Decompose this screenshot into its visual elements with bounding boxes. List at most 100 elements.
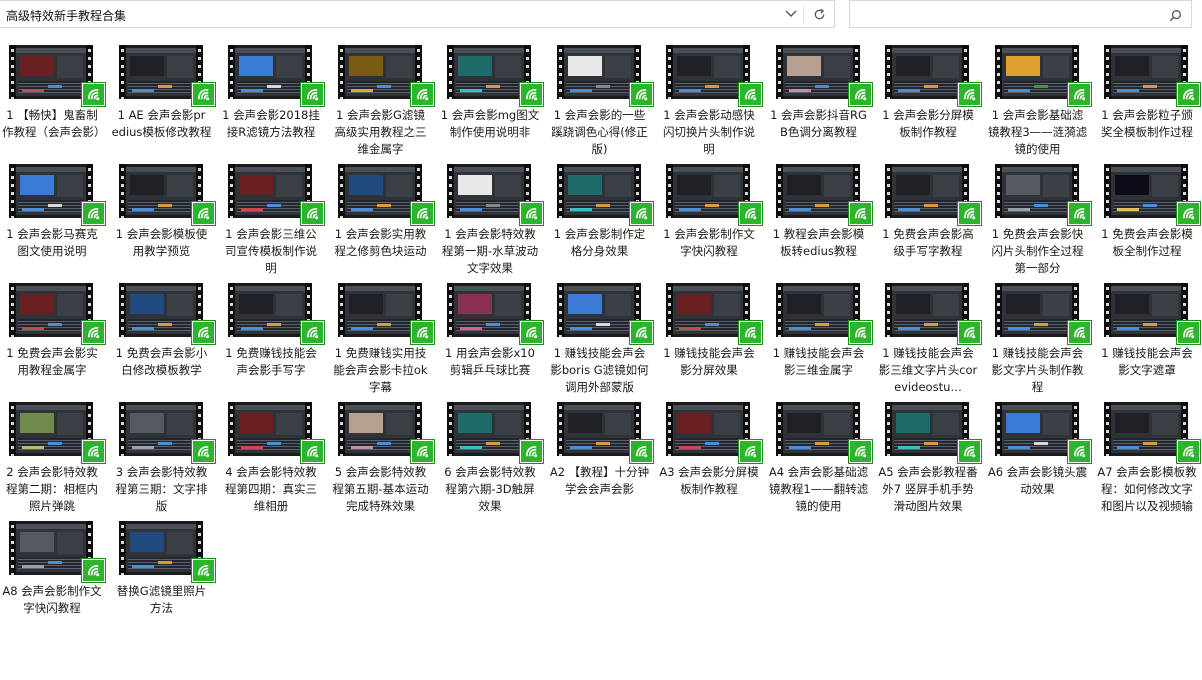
file-name[interactable]: 1 会声会影粒子颁奖全模板制作过程: [1097, 107, 1197, 141]
search-input[interactable]: [849, 0, 1192, 28]
file-item[interactable]: 1 会声会影三维公司宣传模板制作说明: [219, 164, 329, 283]
file-name[interactable]: A5 会声会影教程番外7 竖屏手机手势滑动图片效果: [878, 464, 978, 515]
file-name[interactable]: A2 【教程】十分钟学会会声会影: [550, 464, 650, 498]
file-name[interactable]: 1 AE 会声会影pr edius模板修改教程: [112, 107, 212, 141]
file-item[interactable]: 3 会声会影特效教程第三期：文字排版: [110, 402, 220, 521]
file-name[interactable]: 1 会声会影特效教程第一期-水草波动文字效果: [440, 226, 540, 277]
file-name[interactable]: 2 会声会影特效教程第二期：相框内照片弹跳: [2, 464, 102, 515]
file-name[interactable]: 6 会声会影特效教程第六期-3D触屏效果: [440, 464, 540, 515]
file-item[interactable]: 1 会声会影马赛克图文使用说明: [0, 164, 110, 283]
file-name[interactable]: A6 会声会影镜头震动效果: [988, 464, 1088, 498]
file-name[interactable]: 1 免费会声会影模板全制作过程: [1097, 226, 1197, 260]
file-name[interactable]: 1 会声会影实用教程之修剪色块运动: [331, 226, 431, 260]
file-item[interactable]: 1 会声会影特效教程第一期-水草波动文字效果: [438, 164, 548, 283]
file-item[interactable]: 1 会声会影粒子颁奖全模板制作过程: [1095, 45, 1202, 164]
file-name[interactable]: 5 会声会影特效教程第五期-基本运动完成特殊效果: [331, 464, 431, 515]
file-name[interactable]: 1 赚钱技能会声会影boris G滤镜如何调用外部蒙版: [550, 345, 650, 396]
file-item[interactable]: 1 会声会影mg图文制作使用说明非: [438, 45, 548, 164]
file-item[interactable]: A5 会声会影教程番外7 竖屏手机手势滑动图片效果: [876, 402, 986, 521]
file-item[interactable]: 4 会声会影特效教程第四期：真实三维相册: [219, 402, 329, 521]
file-name[interactable]: 1 会声会影三维公司宣传模板制作说明: [221, 226, 321, 277]
file-item[interactable]: 1 赚钱技能会声会影boris G滤镜如何调用外部蒙版: [548, 283, 658, 402]
file-name[interactable]: 1 会声会影制作定格分身效果: [550, 226, 650, 260]
file-name[interactable]: 1 会声会影的一些蹊跷调色心得(修正版): [550, 107, 650, 158]
file-name[interactable]: A4 会声会影基础滤镜教程1——翻转滤镜的使用: [769, 464, 869, 515]
file-item[interactable]: 1 AE 会声会影pr edius模板修改教程: [110, 45, 220, 164]
file-item[interactable]: 1 会声会影实用教程之修剪色块运动: [329, 164, 439, 283]
file-name[interactable]: 1 会声会影动感快闪切换片头制作说明: [659, 107, 759, 158]
file-name[interactable]: A3 会声会影分屏模板制作教程: [659, 464, 759, 498]
file-name[interactable]: 1 会声会影制作文字快闪教程: [659, 226, 759, 260]
file-item[interactable]: 1 免费会声会影实用教程金属字: [0, 283, 110, 402]
file-name[interactable]: 1 赚钱技能会声会影三维文字片头corevideostu…: [878, 345, 978, 396]
file-name[interactable]: 1 【畅快】鬼畜制作教程（会声会影）: [2, 107, 102, 141]
address-path[interactable]: 高级特效新手教程合集: [6, 7, 126, 24]
file-item[interactable]: 1 赚钱技能会声会影文字遮罩: [1095, 283, 1202, 402]
file-name[interactable]: 1 免费赚钱实用技能会声会影卡拉ok字幕: [331, 345, 431, 396]
address-bar[interactable]: 高级特效新手教程合集: [0, 0, 835, 28]
file-name[interactable]: 1 免费会声会影快闪片头制作全过程第一部分: [988, 226, 1088, 277]
file-item[interactable]: 1 会声会影动感快闪切换片头制作说明: [657, 45, 767, 164]
file-item[interactable]: 1 会声会影G滤镜高级实用教程之三维金属字: [329, 45, 439, 164]
search-icon[interactable]: [1165, 5, 1185, 25]
file-name[interactable]: 1 会声会影2018挂接R滤镜方法教程: [221, 107, 321, 141]
file-name[interactable]: 1 赚钱技能会声会影三维金属字: [769, 345, 869, 379]
file-name[interactable]: 1 会声会影模板使用教学预览: [112, 226, 212, 260]
file-item[interactable]: 1 教程会声会影模板转edius教程: [767, 164, 877, 283]
file-item[interactable]: 1 用会声会影x10剪辑乒乓球比赛: [438, 283, 548, 402]
file-item[interactable]: 1 赚钱技能会声会影文字片头制作教程: [986, 283, 1096, 402]
file-item[interactable]: 1 会声会影分屏模板制作教程: [876, 45, 986, 164]
file-name[interactable]: 4 会声会影特效教程第四期：真实三维相册: [221, 464, 321, 515]
file-name[interactable]: 1 免费赚钱技能会声会影手写字: [221, 345, 321, 379]
file-item[interactable]: 1 会声会影制作定格分身效果: [548, 164, 658, 283]
file-name[interactable]: 1 会声会影马赛克图文使用说明: [2, 226, 102, 260]
file-item[interactable]: A7 会声会影模板教程：如何修改文字和图片以及视频输出: [1095, 402, 1202, 521]
file-name[interactable]: 1 免费会声会影高级手写字教程: [878, 226, 978, 260]
file-item[interactable]: 1 【畅快】鬼畜制作教程（会声会影）: [0, 45, 110, 164]
file-item[interactable]: A3 会声会影分屏模板制作教程: [657, 402, 767, 521]
file-item[interactable]: 1 会声会影模板使用教学预览: [110, 164, 220, 283]
file-name[interactable]: 1 会声会影分屏模板制作教程: [878, 107, 978, 141]
file-name[interactable]: 替换G滤镜里照片方法: [112, 583, 212, 617]
file-item[interactable]: 1 会声会影制作文字快闪教程: [657, 164, 767, 283]
file-name[interactable]: 1 赚钱技能会声会影分屏效果: [659, 345, 759, 379]
file-name[interactable]: 1 用会声会影x10剪辑乒乓球比赛: [440, 345, 540, 379]
file-item[interactable]: 1 赚钱技能会声会影三维金属字: [767, 283, 877, 402]
file-name[interactable]: 1 赚钱技能会声会影文字遮罩: [1097, 345, 1197, 379]
file-item[interactable]: 1 免费赚钱技能会声会影手写字: [219, 283, 329, 402]
file-name[interactable]: A7 会声会影模板教程：如何修改文字和图片以及视频输出: [1097, 464, 1197, 515]
file-item[interactable]: 1 会声会影的一些蹊跷调色心得(修正版): [548, 45, 658, 164]
video-app-icon: [848, 83, 872, 106]
file-item[interactable]: 6 会声会影特效教程第六期-3D触屏效果: [438, 402, 548, 521]
file-name[interactable]: 1 会声会影mg图文制作使用说明非: [440, 107, 540, 141]
refresh-icon[interactable]: [808, 4, 830, 24]
file-item[interactable]: A6 会声会影镜头震动效果: [986, 402, 1096, 521]
file-item[interactable]: A8 会声会影制作文字快闪教程: [0, 521, 110, 640]
file-item[interactable]: 1 赚钱技能会声会影分屏效果: [657, 283, 767, 402]
file-item[interactable]: 替换G滤镜里照片方法: [110, 521, 220, 640]
file-name[interactable]: 1 教程会声会影模板转edius教程: [769, 226, 869, 260]
file-item[interactable]: 1 免费会声会影模板全制作过程: [1095, 164, 1202, 283]
file-item[interactable]: 1 免费会声会影小白修改模板教学: [110, 283, 220, 402]
file-item[interactable]: 1 免费会声会影高级手写字教程: [876, 164, 986, 283]
file-item[interactable]: A4 会声会影基础滤镜教程1——翻转滤镜的使用: [767, 402, 877, 521]
thumbnail-menubar: [892, 405, 962, 410]
chevron-down-icon[interactable]: [780, 4, 802, 24]
file-item[interactable]: 1 免费会声会影快闪片头制作全过程第一部分: [986, 164, 1096, 283]
file-item[interactable]: 1 会声会影基础滤镜教程3——涟漪滤镜的使用: [986, 45, 1096, 164]
file-name[interactable]: 1 会声会影G滤镜高级实用教程之三维金属字: [331, 107, 431, 158]
file-name[interactable]: 1 免费会声会影小白修改模板教学: [112, 345, 212, 379]
file-item[interactable]: 1 赚钱技能会声会影三维文字片头corevideostu…: [876, 283, 986, 402]
file-name[interactable]: 1 免费会声会影实用教程金属字: [2, 345, 102, 379]
file-item[interactable]: 2 会声会影特效教程第二期：相框内照片弹跳: [0, 402, 110, 521]
file-name[interactable]: 1 赚钱技能会声会影文字片头制作教程: [988, 345, 1088, 396]
file-name[interactable]: A8 会声会影制作文字快闪教程: [2, 583, 102, 617]
file-name[interactable]: 3 会声会影特效教程第三期：文字排版: [112, 464, 212, 515]
file-name[interactable]: 1 会声会影抖音RGB色调分离教程: [769, 107, 869, 141]
file-item[interactable]: A2 【教程】十分钟学会会声会影: [548, 402, 658, 521]
file-item[interactable]: 1 会声会影抖音RGB色调分离教程: [767, 45, 877, 164]
file-item[interactable]: 5 会声会影特效教程第五期-基本运动完成特殊效果: [329, 402, 439, 521]
file-item[interactable]: 1 免费赚钱实用技能会声会影卡拉ok字幕: [329, 283, 439, 402]
file-item[interactable]: 1 会声会影2018挂接R滤镜方法教程: [219, 45, 329, 164]
file-name[interactable]: 1 会声会影基础滤镜教程3——涟漪滤镜的使用: [988, 107, 1088, 158]
